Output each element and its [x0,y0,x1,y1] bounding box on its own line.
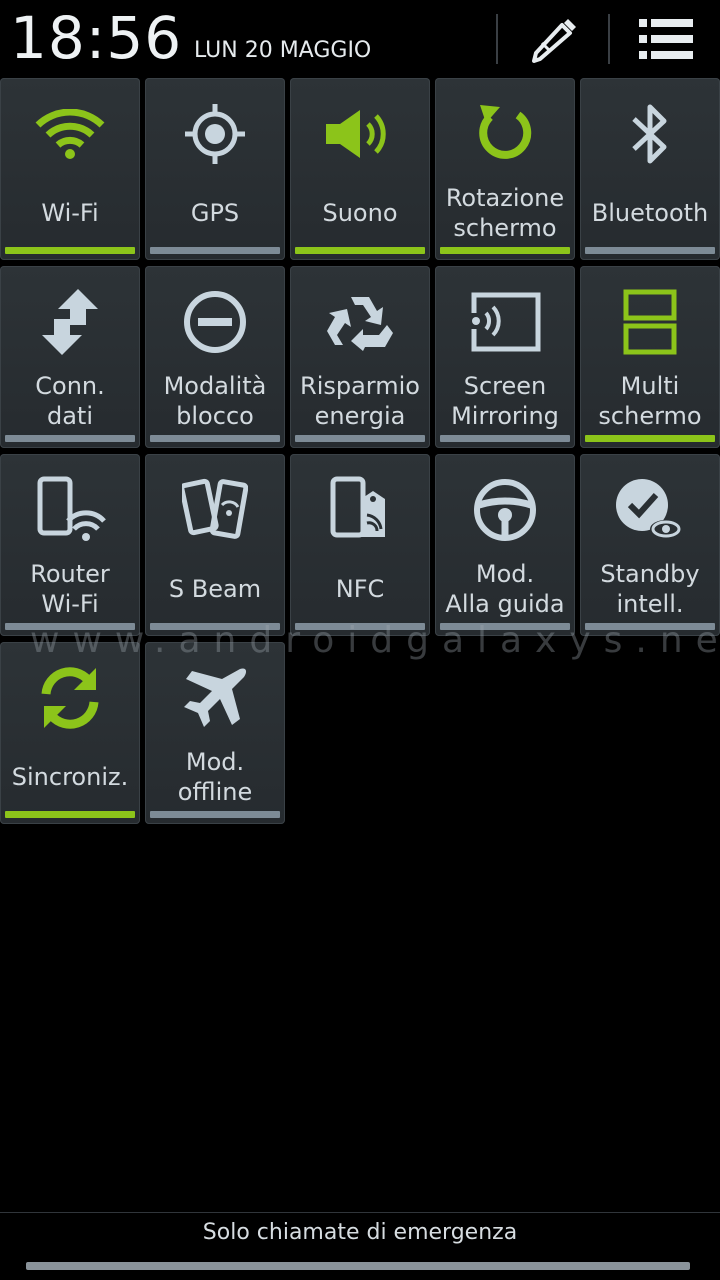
emergency-calls-only-text: Solo chiamate di emergenza [202,1220,518,1245]
tile-label: Wi-Fi [41,199,99,227]
status-indicator-bar [150,811,280,818]
tile-nfc[interactable]: NFC [290,454,430,636]
notification-header: 18:56 LUN 20 MAGGIO [0,0,720,76]
tile-sync[interactable]: Sincroniz. [0,642,140,824]
tile-label: Router Wi-Fi [30,560,110,618]
tile-smart-stay[interactable]: Standby intell. [580,454,720,636]
recycle-icon [290,282,430,362]
panel-drag-handle[interactable] [26,1262,690,1270]
status-indicator-bar [585,623,715,630]
s-beam-icon [145,470,285,550]
steering-wheel-icon [435,470,575,550]
tile-wifi[interactable]: Wi-Fi [0,78,140,260]
router-wifi-icon [0,470,140,550]
block-icon [145,282,285,362]
tile-gps[interactable]: GPS [145,78,285,260]
status-indicator-bar [295,623,425,630]
tile-airplane[interactable]: Mod. offline [145,642,285,824]
status-indicator-bar [5,623,135,630]
tile-label: Mod. Alla guida [445,560,565,618]
tile-screen-mirroring[interactable]: Screen Mirroring [435,266,575,448]
tile-rotate[interactable]: Rotazione schermo [435,78,575,260]
data-arrows-icon [0,282,140,362]
tile-label: Mod. offline [177,748,253,806]
tile-label: Screen Mirroring [451,372,559,430]
status-indicator-bar [585,435,715,442]
bluetooth-icon [580,94,720,174]
divider [0,1212,720,1213]
status-indicator-bar [5,435,135,442]
rotate-icon [435,94,575,174]
tile-label: GPS [190,199,240,227]
status-indicator-bar [295,435,425,442]
status-indicator-bar [440,623,570,630]
sync-icon [0,658,140,738]
status-indicator-bar [150,247,280,254]
tile-recycle[interactable]: Risparmio energia [290,266,430,448]
pencil-icon [532,19,576,63]
status-indicator-bar [295,247,425,254]
tile-router-wifi[interactable]: Router Wi-Fi [0,454,140,636]
tile-sound[interactable]: Suono [290,78,430,260]
status-indicator-bar [440,435,570,442]
smart-stay-icon [580,470,720,550]
tile-label: Multi schermo [598,372,702,430]
clock: 18:56 [10,4,183,72]
status-indicator-bar [150,623,280,630]
tile-multi-window[interactable]: Multi schermo [580,266,720,448]
list-icon [639,19,693,59]
status-indicator-bar [150,435,280,442]
divider [608,14,610,64]
status-indicator-bar [440,247,570,254]
airplane-icon [145,658,285,738]
tile-label: S Beam [168,575,262,603]
screen-mirroring-icon [435,282,575,362]
tile-s-beam[interactable]: S Beam [145,454,285,636]
tile-label: Bluetooth [591,199,709,227]
settings-list-button[interactable] [626,10,706,68]
gps-icon [145,94,285,174]
tile-steering-wheel[interactable]: Mod. Alla guida [435,454,575,636]
multi-window-icon [580,282,720,362]
tile-bluetooth[interactable]: Bluetooth [580,78,720,260]
tile-label: Standby intell. [600,560,700,618]
tile-label: Conn. dati [35,372,105,430]
tile-label: Sincroniz. [11,763,129,791]
sound-icon [290,94,430,174]
tile-label: NFC [335,575,385,603]
status-indicator-bar [5,811,135,818]
tile-label: Suono [322,199,398,227]
tile-label: Modalità blocco [163,372,267,430]
tile-data-arrows[interactable]: Conn. dati [0,266,140,448]
tile-block[interactable]: Modalità blocco [145,266,285,448]
tile-label: Risparmio energia [300,372,420,430]
tile-label: Rotazione schermo [445,184,565,242]
status-indicator-bar [5,247,135,254]
status-indicator-bar [585,247,715,254]
date: LUN 20 MAGGIO [194,38,372,63]
edit-button[interactable] [514,10,594,68]
wifi-icon [0,94,140,174]
divider [496,14,498,64]
nfc-icon [290,470,430,550]
